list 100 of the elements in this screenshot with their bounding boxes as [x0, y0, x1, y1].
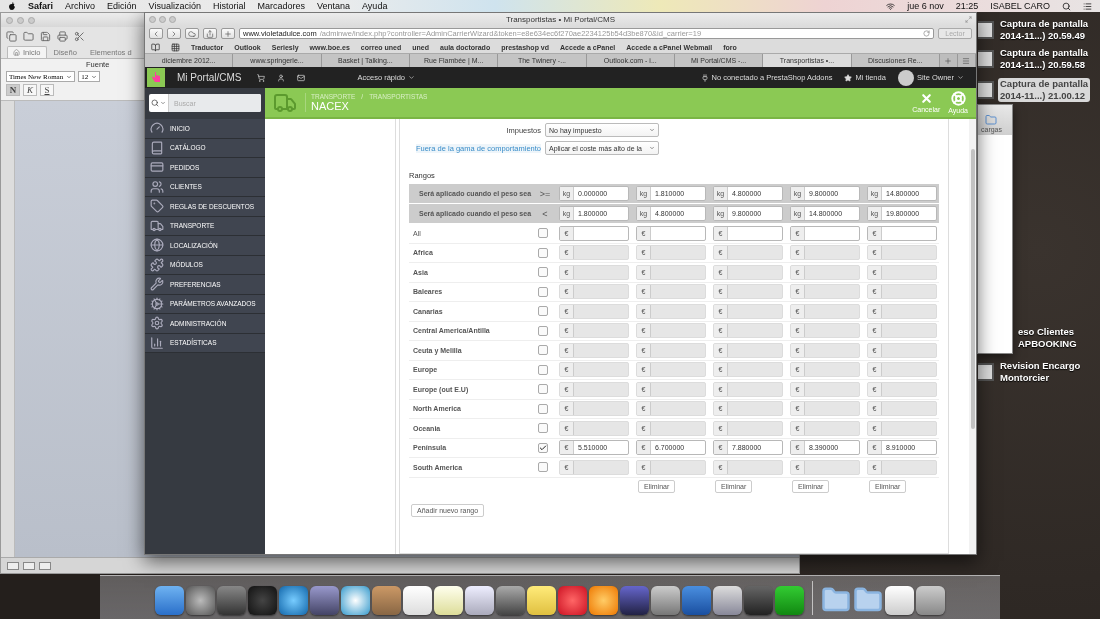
menu-date[interactable]: jue 6 nov: [907, 1, 944, 11]
folder-icon[interactable]: [23, 30, 34, 42]
caret-icon: [649, 127, 655, 133]
file-name[interactable]: eso Clientes APBOOKING: [1016, 326, 1079, 350]
check-icon: [539, 443, 547, 452]
document-icon[interactable]: [885, 586, 914, 615]
operator-label: <: [541, 208, 549, 219]
app-icon[interactable]: [434, 586, 463, 615]
site-name[interactable]: Mi Portal/CMS: [177, 72, 242, 83]
share-icon: [206, 29, 214, 38]
forward-button[interactable]: [167, 28, 181, 39]
chart-icon: [150, 335, 164, 350]
home-icon: [13, 49, 20, 56]
style-button[interactable]: S: [40, 84, 54, 96]
menu-item[interactable]: Marcadores: [257, 1, 305, 11]
app-icon[interactable]: [744, 586, 773, 615]
file-icon[interactable]: [978, 363, 994, 381]
operator-label: >=: [538, 188, 552, 199]
menu-item[interactable]: Archivo: [65, 1, 96, 11]
book-icon[interactable]: [151, 42, 160, 52]
trash-icon[interactable]: [916, 586, 945, 615]
users-icon: [150, 179, 164, 194]
cart-icon[interactable]: [257, 73, 266, 82]
app-icon[interactable]: [620, 586, 649, 615]
style-button[interactable]: K: [23, 84, 37, 96]
reload-icon[interactable]: [923, 30, 930, 37]
back-button[interactable]: [149, 28, 163, 39]
folder-icon: [985, 114, 998, 126]
menu-item[interactable]: Visualización: [148, 1, 201, 11]
app-icon[interactable]: [527, 586, 556, 615]
menu-clock[interactable]: 21:25: [955, 1, 979, 11]
wifi-icon[interactable]: [886, 1, 896, 11]
list-icon[interactable]: [1083, 1, 1092, 11]
caret-icon: [957, 74, 964, 81]
app-icon[interactable]: [279, 586, 308, 615]
app-icon[interactable]: [589, 586, 618, 615]
app-icon[interactable]: [775, 586, 804, 615]
search-icon[interactable]: [1062, 1, 1071, 11]
file-icon[interactable]: [978, 21, 994, 39]
globe-icon: [150, 238, 164, 253]
caret-icon: [408, 74, 415, 81]
apple-icon[interactable]: [8, 1, 16, 11]
fullscreen-icon[interactable]: [965, 16, 972, 23]
page-title: NACEX: [311, 100, 350, 112]
tag-icon: [150, 199, 164, 214]
file-name[interactable]: Captura de pantalla 2014-11...) 20.59.58: [998, 47, 1091, 71]
scissors-icon[interactable]: [74, 30, 85, 42]
view-icon[interactable]: [39, 561, 51, 570]
app-icon[interactable]: [496, 586, 525, 615]
book-icon: [150, 140, 164, 155]
grid-icon[interactable]: [171, 42, 180, 52]
zone-checkbox[interactable]: [538, 228, 548, 239]
file-name[interactable]: Captura de pantalla 2014-11...) 21.00.12: [998, 78, 1091, 102]
app-icon[interactable]: [186, 586, 215, 615]
app-icon[interactable]: [372, 586, 401, 615]
app-icon[interactable]: [310, 586, 339, 615]
mail-icon[interactable]: [297, 73, 306, 82]
close-icon: [919, 92, 933, 105]
zone-checkbox[interactable]: [538, 442, 548, 453]
save-icon[interactable]: [40, 30, 51, 42]
caret-icon: [66, 73, 73, 80]
gauge-icon: [150, 121, 164, 136]
new-icon[interactable]: [6, 30, 17, 42]
menu-item[interactable]: Safari: [28, 1, 53, 11]
app-icon[interactable]: [713, 586, 742, 615]
app-icon[interactable]: [403, 586, 432, 615]
caret-icon: [160, 100, 166, 106]
share-button[interactable]: [203, 28, 217, 39]
user-name[interactable]: ISABEL CARO: [990, 1, 1050, 11]
plug-icon: [700, 73, 709, 82]
view-icon[interactable]: [7, 561, 19, 570]
avatar-icon: [897, 69, 914, 86]
file-icon[interactable]: [978, 50, 994, 68]
app-icon[interactable]: [341, 586, 370, 615]
file-name[interactable]: Captura de pantalla 2014-11...) 20.59.49: [998, 18, 1091, 42]
truck-icon: [150, 218, 164, 233]
menu-item[interactable]: Ventana: [317, 1, 351, 11]
menu-item[interactable]: Historial: [212, 1, 246, 11]
printer-icon[interactable]: [57, 30, 68, 42]
logo-icon[interactable]: [147, 68, 165, 87]
user-icon[interactable]: [277, 73, 286, 82]
cogs-icon: [150, 296, 164, 311]
view-icon[interactable]: [23, 561, 35, 570]
card-icon: [150, 160, 164, 175]
star-icon: [844, 73, 853, 82]
file-name[interactable]: Revision Encargo Montorcier: [998, 360, 1083, 384]
add-button[interactable]: [221, 28, 235, 39]
menu-item[interactable]: Edición: [107, 1, 137, 11]
cloud-button[interactable]: [185, 28, 199, 39]
app-icon[interactable]: [651, 586, 680, 615]
style-button[interactable]: N: [6, 84, 20, 96]
lifebuoy-icon: [950, 91, 966, 106]
app-icon[interactable]: [155, 586, 184, 615]
file-icon[interactable]: [978, 81, 994, 99]
caret-icon: [649, 145, 655, 151]
app-icon[interactable]: [465, 586, 494, 615]
wrench-icon: [150, 277, 164, 292]
app-icon[interactable]: [217, 586, 246, 615]
gear-icon: [150, 316, 164, 331]
menu-item[interactable]: Ayuda: [362, 1, 388, 11]
